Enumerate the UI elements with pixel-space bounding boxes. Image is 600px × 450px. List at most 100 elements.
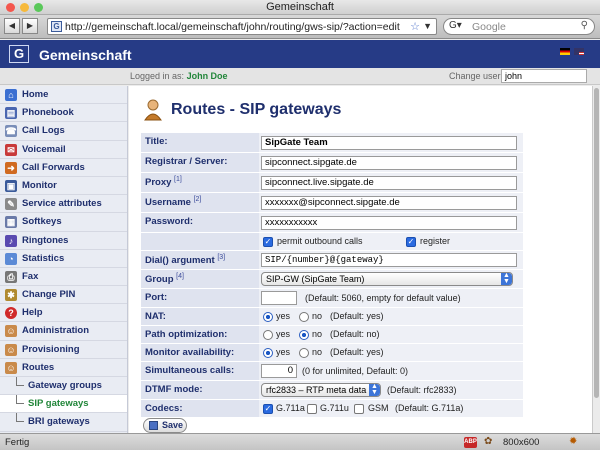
- monitor-icon: ▣: [5, 179, 17, 192]
- forward-button[interactable]: ▶: [22, 18, 38, 34]
- registrar-input[interactable]: sipconnect.sipgate.de: [261, 156, 517, 170]
- dtmf-note: (Default: rfc2833): [387, 385, 457, 395]
- window-title: Gemeinschaft: [266, 1, 334, 13]
- password-input[interactable]: xxxxxxxxxxx: [261, 216, 517, 230]
- sidebar-item-statistics[interactable]: ◔ Statistics: [0, 250, 127, 268]
- sidebar-item-change-pin[interactable]: ✱ Change PIN: [0, 286, 127, 305]
- dial-label: Dial() argument [3]: [145, 254, 226, 267]
- registrar-label: Registrar / Server:: [145, 156, 228, 167]
- firebug-icon[interactable]: ✹: [569, 436, 577, 447]
- title-label: Title:: [145, 136, 168, 147]
- bookmark-star-icon[interactable]: ☆: [410, 20, 420, 33]
- app-header: G Gemeinschaft: [0, 40, 600, 68]
- username-input[interactable]: xxxxxxx@sipconnect.sipgate.de: [261, 196, 517, 210]
- change-user-input[interactable]: john: [501, 69, 587, 83]
- title-input[interactable]: SipGate Team: [261, 136, 517, 150]
- codec-g711a-checkbox[interactable]: ✓: [263, 404, 273, 414]
- sidebar-item-monitor[interactable]: ▣ Monitor: [0, 177, 127, 196]
- sidebar-item-administration[interactable]: ☺ Administration: [0, 322, 127, 341]
- dial-argument-input[interactable]: SIP/{number}@{gateway}: [261, 253, 517, 267]
- path-yes-radio[interactable]: [263, 330, 273, 340]
- dial-footnote-link[interactable]: [3]: [217, 254, 225, 261]
- username-label: Username [2]: [145, 196, 202, 209]
- row-port: Port: (Default: 5060, empty for default …: [141, 289, 523, 308]
- service-attributes-icon: ✎: [5, 198, 17, 211]
- us-flag-icon[interactable]: [574, 48, 584, 55]
- select-arrows-icon: ▲ ▼: [501, 273, 512, 285]
- row-dtmf-mode: DTMF mode: rfc2833 – RTP meta data ▲ ▼ (De…: [141, 381, 523, 400]
- codec-gsm-checkbox[interactable]: [354, 404, 364, 414]
- path-no-label: no: [312, 329, 323, 339]
- codec-g711a-label: G.711a: [276, 403, 305, 413]
- close-window-icon[interactable]: [6, 3, 15, 12]
- search-box[interactable]: G▾ Google ⚲: [443, 18, 595, 35]
- username-footnote-link[interactable]: [2]: [194, 196, 202, 203]
- adblock-icon[interactable]: ABP: [464, 437, 477, 448]
- monitor-no-radio[interactable]: [299, 348, 309, 358]
- history-dropdown-icon[interactable]: ▼: [423, 21, 432, 31]
- codec-g711u-label: G.711u: [320, 403, 349, 413]
- search-icon[interactable]: ⚲: [581, 20, 588, 31]
- nat-yes-radio[interactable]: [263, 312, 273, 322]
- favicon-icon: G: [51, 21, 62, 32]
- proxy-input[interactable]: sipconnect.live.sipgate.de: [261, 176, 517, 190]
- sidebar-item-home[interactable]: ⌂ Home: [0, 86, 127, 105]
- sidebar-item-bri-gateways[interactable]: BRI gateways: [0, 413, 127, 432]
- row-proxy: Proxy [1] sipconnect.live.sipgate.de: [141, 173, 523, 193]
- dtmf-select[interactable]: rfc2833 – RTP meta data ▲ ▼: [261, 383, 381, 397]
- sidebar-item-call-logs[interactable]: ☎ Call Logs: [0, 122, 127, 141]
- permit-outbound-label: permit outbound calls: [277, 236, 363, 246]
- sidebar-item-call-forwards[interactable]: ➜ Call Forwards: [0, 159, 127, 177]
- zoom-window-icon[interactable]: [34, 3, 43, 12]
- scrollbar-thumb[interactable]: [594, 88, 599, 398]
- main-content: Routes - SIP gateways Title: SipGate Tea…: [129, 86, 600, 433]
- sidebar-item-provisioning[interactable]: ☺ Provisioning: [0, 341, 127, 359]
- codec-gsm-label: GSM: [368, 403, 389, 413]
- logged-in-info: Logged in as: John Doe: [130, 71, 228, 81]
- page-title: Routes - SIP gateways: [171, 101, 342, 118]
- back-button[interactable]: ◀: [4, 18, 20, 34]
- group-select[interactable]: SIP-GW (SipGate Team) ▲ ▼: [261, 272, 513, 286]
- logged-in-user: John Doe: [186, 71, 228, 81]
- port-input[interactable]: [261, 291, 297, 305]
- minimize-window-icon[interactable]: [20, 3, 29, 12]
- sidebar-item-fax[interactable]: ⎙ Fax: [0, 268, 127, 287]
- proxy-footnote-link[interactable]: [1]: [174, 176, 182, 183]
- save-icon: [149, 421, 158, 430]
- sidebar-item-service-attributes[interactable]: ✎ Service attributes: [0, 195, 127, 214]
- search-engine-icon[interactable]: G▾: [449, 20, 462, 31]
- save-button[interactable]: Save: [143, 418, 187, 433]
- sidebar-item-phonebook[interactable]: ▤ Phonebook: [0, 104, 127, 123]
- register-checkbox[interactable]: ✓: [406, 237, 416, 247]
- help-icon: ?: [5, 307, 17, 320]
- dtmf-label: DTMF mode:: [145, 384, 203, 395]
- page-scrollbar[interactable]: [592, 86, 600, 433]
- permit-outbound-checkbox[interactable]: ✓: [263, 237, 273, 247]
- path-no-radio[interactable]: [299, 330, 309, 340]
- sidebar-item-gateway-groups[interactable]: Gateway groups: [0, 377, 127, 396]
- group-footnote-link[interactable]: [4]: [176, 273, 184, 280]
- routes-icon: ☺: [5, 361, 17, 374]
- address-bar[interactable]: G http://gemeinschaft.local/gemeinschaft…: [47, 18, 437, 35]
- monitor-yes-radio[interactable]: [263, 348, 273, 358]
- row-group: Group [4] SIP-GW (SipGate Team) ▲ ▼: [141, 270, 523, 289]
- monitor-no-label: no: [312, 347, 323, 357]
- nat-note: (Default: yes): [330, 311, 384, 321]
- sidebar-item-ringtones[interactable]: ♪ Ringtones: [0, 232, 127, 250]
- german-flag-icon[interactable]: [560, 48, 570, 55]
- row-dial-argument: Dial() argument [3] SIP/{number}@{gatewa…: [141, 251, 523, 270]
- register-label: register: [420, 236, 451, 246]
- codec-g711u-checkbox[interactable]: [307, 404, 317, 414]
- tree-connector: [16, 377, 24, 386]
- sidebar-item-help[interactable]: ? Help: [0, 304, 127, 323]
- row-simultaneous-calls: Simultaneous calls: 0 (0 for unlimited, …: [141, 362, 523, 381]
- resolution-indicator[interactable]: 800x600: [503, 437, 539, 448]
- sidebar-item-routes[interactable]: ☺ Routes: [0, 359, 127, 377]
- ladybug-icon[interactable]: ✿: [484, 436, 492, 447]
- sidebar-item-sip-gateways[interactable]: SIP gateways: [0, 395, 127, 414]
- path-yes-label: yes: [276, 329, 291, 339]
- simcalls-input[interactable]: 0: [261, 364, 297, 378]
- sidebar-item-voicemail[interactable]: ✉ Voicemail: [0, 141, 127, 159]
- sidebar-item-softkeys[interactable]: ▦ Softkeys: [0, 213, 127, 232]
- nat-no-radio[interactable]: [299, 312, 309, 322]
